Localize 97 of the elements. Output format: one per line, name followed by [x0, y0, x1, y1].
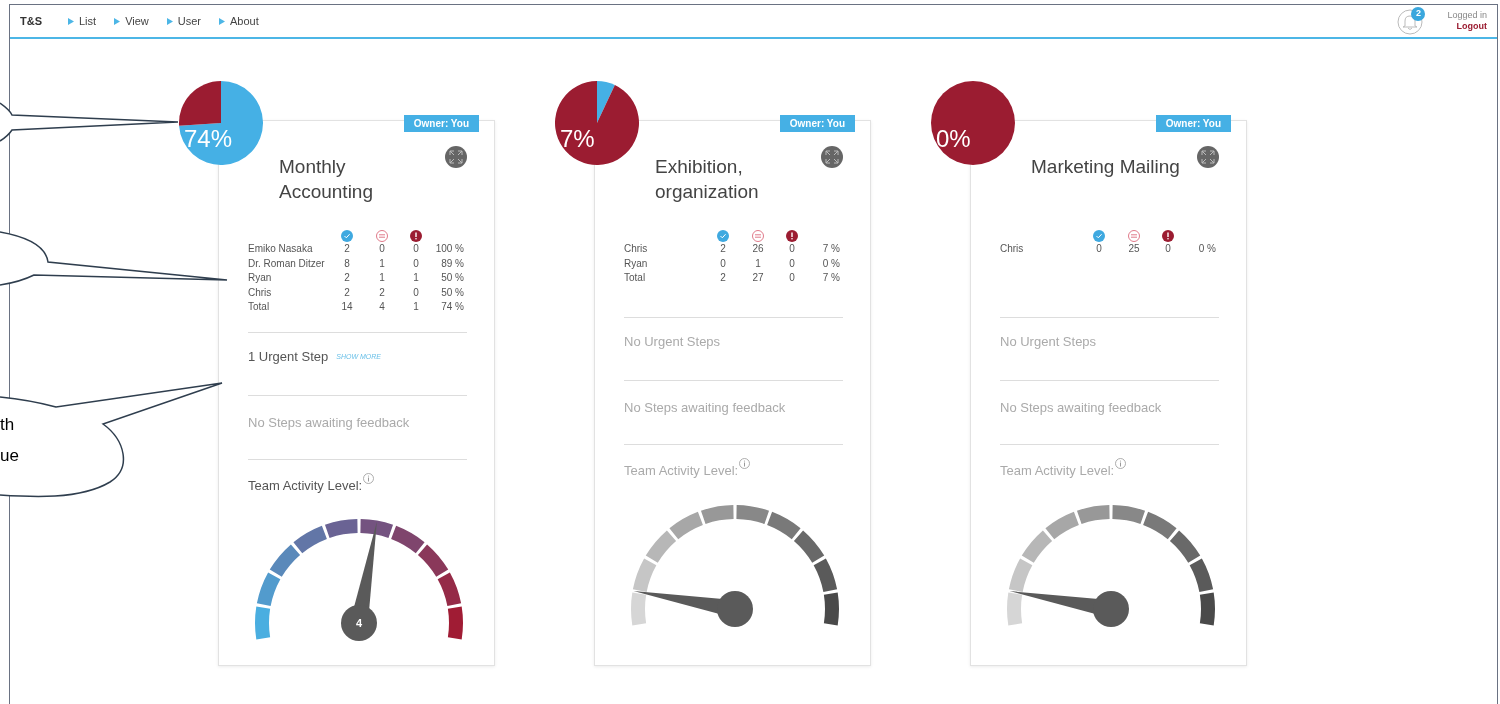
expand-icon — [1201, 150, 1215, 164]
stat-value: 0 — [412, 285, 420, 300]
feedback-status: No Steps awaiting feedback — [248, 414, 410, 430]
gauge-hub — [717, 590, 753, 627]
stat-value: 0 — [788, 256, 796, 271]
feedback-status: No Steps awaiting feedback — [624, 400, 786, 415]
triangle-icon — [166, 17, 173, 25]
stat-value: 0 — [1164, 242, 1172, 256]
callout-text: ue — [0, 445, 19, 467]
stat-percent: 50 % — [440, 271, 465, 285]
stat-value: 0 — [412, 242, 420, 256]
stat-value: 2 — [719, 271, 727, 285]
feedback-status: No Steps awaiting feedback — [1000, 400, 1162, 415]
notification-badge: 2 — [1411, 7, 1426, 21]
project-title: Marketing Mailing — [1031, 155, 1181, 179]
expand-icon — [825, 150, 839, 164]
owner-badge: Owner: You — [403, 115, 479, 132]
stat-percent: 89 % — [440, 256, 465, 271]
stat-value: 4 — [378, 300, 386, 314]
check-icon — [1093, 230, 1105, 242]
nav-link[interactable]: User — [166, 12, 201, 30]
stat-value: 2 — [343, 242, 351, 256]
project-title: Exhibition, organization — [655, 155, 760, 204]
nav-link[interactable]: About — [219, 12, 259, 30]
stat-value: 1 — [412, 300, 420, 314]
alert-icon — [1162, 230, 1174, 242]
stat-percent: 100 % — [434, 242, 465, 256]
stat-name: Emiko Nasaka — [248, 242, 314, 256]
stat-value: 1 — [378, 256, 386, 271]
stat-percent: 7 % — [821, 242, 841, 256]
progress-label: 74% — [184, 125, 233, 153]
expand-button[interactable] — [1197, 146, 1219, 168]
stat-name: Ryan — [624, 256, 649, 271]
check-icon — [341, 230, 353, 242]
stat-value: 27 — [751, 271, 765, 285]
owner-badge: Owner: You — [1155, 115, 1231, 132]
urgent-steps: 1 Urgent Step — [248, 346, 329, 366]
equals-icon — [752, 230, 764, 242]
stat-value: 2 — [378, 285, 386, 300]
nav-link[interactable]: List — [68, 12, 97, 30]
logout-link[interactable]: Logout — [1456, 21, 1487, 32]
triangle-icon — [219, 17, 225, 25]
stat-value: 2 — [719, 242, 727, 256]
gauge-hub — [1093, 590, 1129, 627]
stat-value: 0 — [1095, 242, 1103, 256]
stat-name: Total — [624, 271, 647, 285]
expand-button[interactable] — [821, 146, 843, 168]
stat-value: 0 — [788, 271, 796, 285]
stat-value: 0 — [719, 256, 727, 271]
owner-badge: Owner: You — [779, 115, 855, 132]
stat-name: Chris — [624, 242, 649, 256]
stat-name: Chris — [248, 285, 273, 300]
expand-button[interactable] — [445, 146, 467, 168]
stat-name: Total — [248, 300, 271, 314]
project-title: Monthly Accounting — [279, 155, 374, 204]
urgent-steps: No Urgent Steps — [624, 332, 721, 352]
stat-value: 1 — [378, 271, 386, 285]
stat-percent: 7 % — [821, 271, 841, 285]
stat-name: Ryan — [248, 271, 273, 285]
stat-value: 2 — [343, 271, 351, 285]
stat-value: 25 — [1127, 242, 1141, 256]
activity-label: Team Activity Level: — [624, 462, 739, 480]
stat-percent: 50 % — [440, 285, 465, 300]
stat-value: 8 — [343, 256, 351, 271]
urgent-steps: No Urgent Steps — [1000, 332, 1097, 352]
progress-label: 0% — [936, 125, 971, 153]
progress-label: 7% — [560, 125, 595, 153]
gauge-hub — [341, 605, 377, 641]
stat-value: 14 — [340, 300, 354, 314]
stat-percent: 0 % — [821, 256, 841, 271]
stat-percent: 74 % — [440, 300, 465, 314]
stat-value: 26 — [751, 242, 765, 256]
stat-value: 0 — [412, 256, 420, 271]
alert-icon — [786, 230, 798, 242]
stat-value: 1 — [412, 271, 420, 285]
gauge-reading: 4 — [354, 616, 364, 631]
login-status: Logged in — [1447, 10, 1487, 21]
equals-icon — [1128, 230, 1140, 242]
check-icon — [717, 230, 729, 242]
stat-name: Chris — [1000, 242, 1025, 256]
stat-value: 1 — [754, 256, 762, 271]
nav-link[interactable]: View — [114, 12, 149, 30]
activity-label: Team Activity Level: — [1000, 462, 1115, 480]
stat-name: Dr. Roman Ditzer — [248, 256, 326, 271]
stat-percent: 0 % — [1197, 242, 1217, 256]
stat-value: 2 — [343, 285, 351, 300]
brand-logo[interactable]: T&S — [20, 12, 42, 30]
callout-text: th — [0, 414, 16, 436]
activity-label: Team Activity Level: — [248, 476, 363, 495]
triangle-icon — [114, 17, 121, 25]
alert-icon — [410, 230, 422, 242]
bell-icon — [1397, 9, 1424, 35]
stat-value: 0 — [788, 242, 796, 256]
stat-value: 0 — [378, 242, 386, 256]
expand-icon — [449, 150, 463, 164]
equals-icon — [376, 230, 388, 242]
triangle-icon — [68, 17, 74, 25]
